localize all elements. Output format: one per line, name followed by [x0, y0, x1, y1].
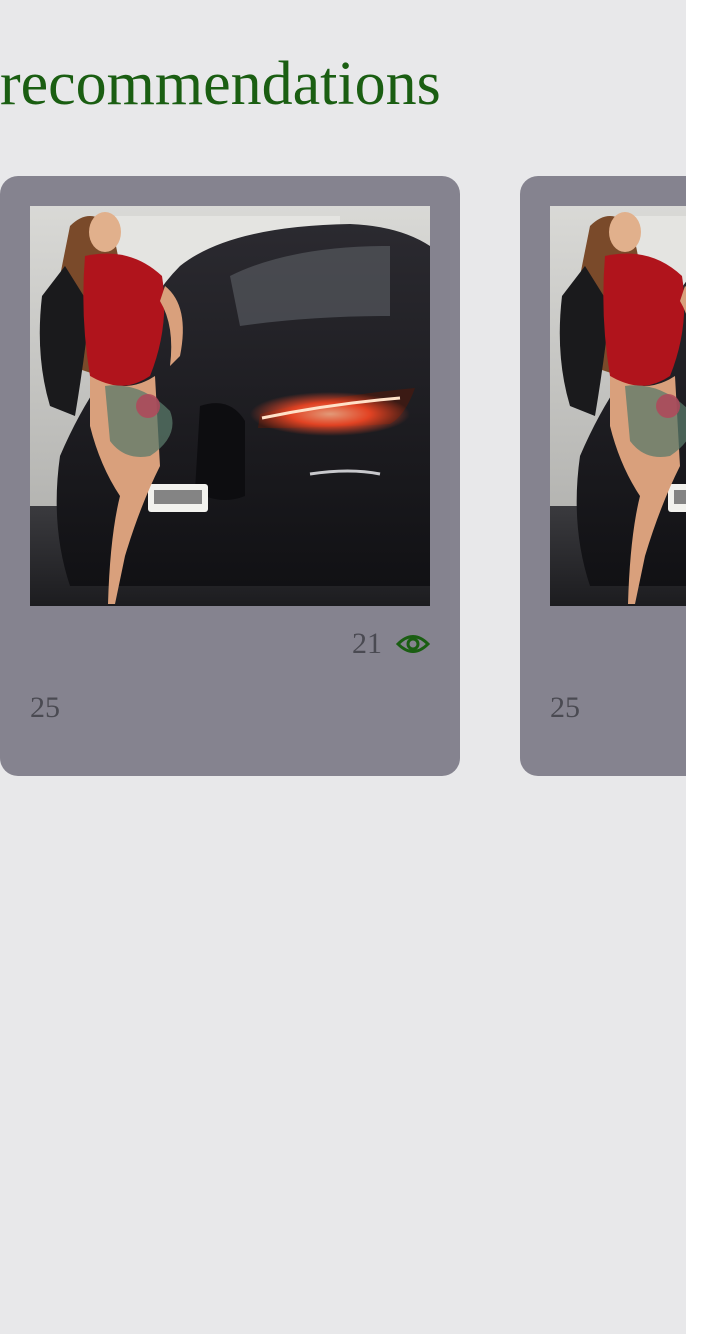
photo-illustration: [30, 206, 430, 606]
recommendation-card[interactable]: 21 25: [0, 176, 460, 776]
eye-icon: [396, 635, 430, 653]
card-number: 25: [30, 691, 60, 724]
page-gutter: [686, 0, 718, 1334]
views-counter: 21: [352, 624, 430, 664]
card-photo[interactable]: [30, 206, 430, 606]
card-photo[interactable]: [550, 206, 686, 606]
views-count: 21: [352, 627, 382, 660]
photo-illustration: [550, 206, 686, 606]
section-title: recommendations: [0, 50, 441, 118]
page: recommendations 21 25 25: [0, 0, 686, 1334]
recommendations-carousel[interactable]: 21 25 25: [0, 176, 686, 776]
card-number: 25: [550, 691, 580, 724]
recommendation-card[interactable]: 21 25: [520, 176, 686, 776]
